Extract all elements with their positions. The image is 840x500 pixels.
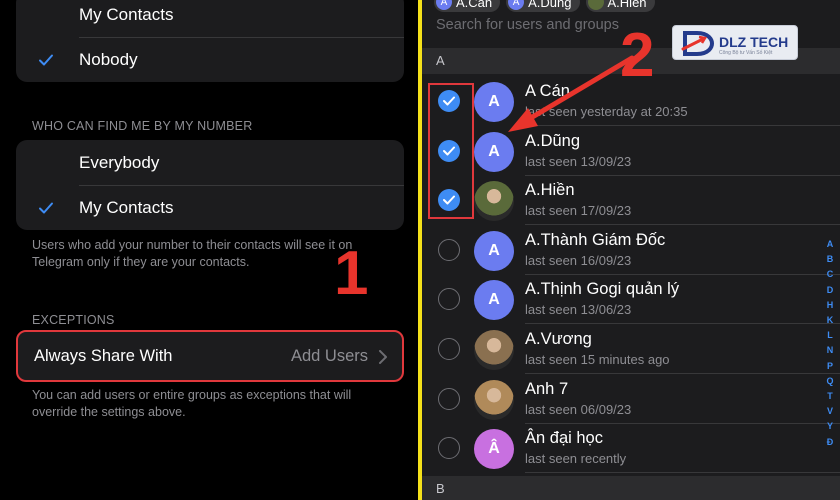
annotation-number-2: 2 <box>620 21 655 90</box>
alphabet-index-letter[interactable]: B <box>827 252 834 267</box>
alphabet-index-letter[interactable]: Y <box>827 419 833 434</box>
last-seen-status: last seen recently <box>525 451 627 467</box>
alphabet-index-letter[interactable]: V <box>827 404 833 419</box>
exceptions-footer: You can add users or entire groups as ex… <box>32 388 352 419</box>
alphabet-index-letter[interactable]: K <box>827 313 834 328</box>
selected-chip[interactable]: A A.Cán <box>434 0 501 12</box>
selected-chip[interactable]: A.Hiền <box>585 0 655 12</box>
alphabet-index-letter[interactable]: D <box>827 283 834 298</box>
alphabet-index[interactable]: ABCDHKLNPQTVYĐ <box>824 237 836 450</box>
avatar <box>474 330 514 370</box>
always-share-label: Always Share With <box>34 347 173 365</box>
chip-avatar: A <box>508 0 525 10</box>
logo-tagline: Công Bộ tư Vấn Số Kiệt <box>719 50 773 56</box>
contact-name: Ân đại học <box>525 429 603 448</box>
contact-row[interactable]: Anh 7 last seen 06/09/23 <box>422 374 840 424</box>
privacy-settings-panel: My Contacts Nobody WHO CAN FIND ME BY MY… <box>0 0 418 500</box>
alphabet-index-letter[interactable]: A <box>827 237 834 252</box>
option-label: Everybody <box>79 152 160 172</box>
unchecked-circle-icon[interactable] <box>438 338 460 360</box>
avatar <box>474 181 514 222</box>
selected-chip[interactable]: A A.Dũng <box>506 0 580 12</box>
checkmark-icon <box>39 54 53 65</box>
selected-chips: A A.Cán A A.Dũng A.Hiền <box>434 0 655 12</box>
option-my-contacts-top[interactable]: My Contacts <box>16 0 404 37</box>
annotation-number-1: 1 <box>334 239 369 308</box>
alphabet-index-letter[interactable]: Đ <box>827 435 834 450</box>
last-seen-status: last seen 06/09/23 <box>525 401 632 417</box>
add-users-panel: A A.Cán A A.Dũng A.Hiền Search for users… <box>422 0 840 500</box>
contact-name: A.Hiền <box>525 181 575 200</box>
contact-row[interactable]: Â Ân đại học last seen recently <box>422 423 840 474</box>
contact-name: Anh 7 <box>525 379 569 398</box>
chip-avatar <box>587 0 604 10</box>
avatar: A <box>474 280 514 321</box>
contact-row[interactable]: A A.Thành Giám Đốc last seen 16/09/23 <box>422 225 840 275</box>
unchecked-circle-icon[interactable] <box>438 238 460 261</box>
last-seen-status: last seen 15 minutes ago <box>525 352 670 367</box>
alphabet-index-letter[interactable]: H <box>827 298 834 313</box>
selection-highlight-box <box>428 83 474 219</box>
alphabet-index-letter[interactable]: C <box>827 267 834 282</box>
dlz-logo-mark-icon <box>681 31 715 56</box>
avatar <box>474 379 514 420</box>
contact-name: A.Thành Giám Đốc <box>525 230 666 249</box>
find-by-number-group: Everybody My Contacts <box>16 140 404 230</box>
logo-text: DLZ TECH <box>719 34 789 50</box>
option-label: Nobody <box>79 49 138 69</box>
last-seen-status: last seen 13/09/23 <box>525 153 632 169</box>
avatar: A <box>474 230 514 271</box>
option-label: My Contacts <box>79 197 174 217</box>
alphabet-index-letter[interactable]: P <box>827 359 833 374</box>
last-seen-status: last seen 16/09/23 <box>525 252 632 268</box>
chip-label: A.Hiền <box>607 0 647 10</box>
always-share-with-row[interactable]: Always Share With Add Users <box>16 330 404 382</box>
unchecked-circle-icon[interactable] <box>438 437 460 460</box>
add-users-value: Add Users <box>290 347 368 365</box>
last-seen-status: last seen 17/09/23 <box>525 203 632 219</box>
option-everybody[interactable]: Everybody <box>16 140 404 185</box>
contact-row[interactable]: A.Vương last seen 15 minutes ago <box>422 324 840 374</box>
alphabet-index-letter[interactable]: Q <box>826 374 833 389</box>
avatar: Â <box>474 429 514 470</box>
unchecked-circle-icon[interactable] <box>438 288 460 311</box>
chevron-right-icon <box>379 350 387 364</box>
chip-avatar: A <box>436 0 452 10</box>
option-my-contacts[interactable]: My Contacts <box>16 185 404 230</box>
last-seen-status: last seen 13/06/23 <box>525 302 632 318</box>
dlz-tech-logo: DLZ TECH Công Bộ tư Vấn Số Kiệt <box>672 25 798 60</box>
exceptions-header: EXCEPTIONS <box>32 313 115 327</box>
section-header-b: B <box>422 476 840 500</box>
contact-name: A.Thịnh Gogi quản lý <box>525 280 680 299</box>
alphabet-index-letter[interactable]: N <box>827 343 834 358</box>
contact-row[interactable]: A A.Thịnh Gogi quản lý last seen 13/06/23 <box>422 274 840 325</box>
alphabet-index-letter[interactable]: T <box>827 389 833 404</box>
unchecked-circle-icon[interactable] <box>438 387 460 410</box>
option-label: My Contacts <box>79 4 174 24</box>
chip-label: A.Dũng <box>528 0 572 10</box>
find-by-number-header: WHO CAN FIND ME BY MY NUMBER <box>32 119 253 133</box>
chip-label: A.Cán <box>456 0 493 10</box>
contact-name: A.Vương <box>525 330 592 348</box>
privacy-top-group: My Contacts Nobody <box>16 0 404 82</box>
alphabet-index-letter[interactable]: L <box>827 328 833 343</box>
contact-row[interactable]: A.Hiền last seen 17/09/23 <box>422 175 840 226</box>
option-nobody[interactable]: Nobody <box>16 37 404 82</box>
checkmark-icon <box>39 202 53 213</box>
search-input[interactable]: Search for users and groups <box>436 17 619 33</box>
